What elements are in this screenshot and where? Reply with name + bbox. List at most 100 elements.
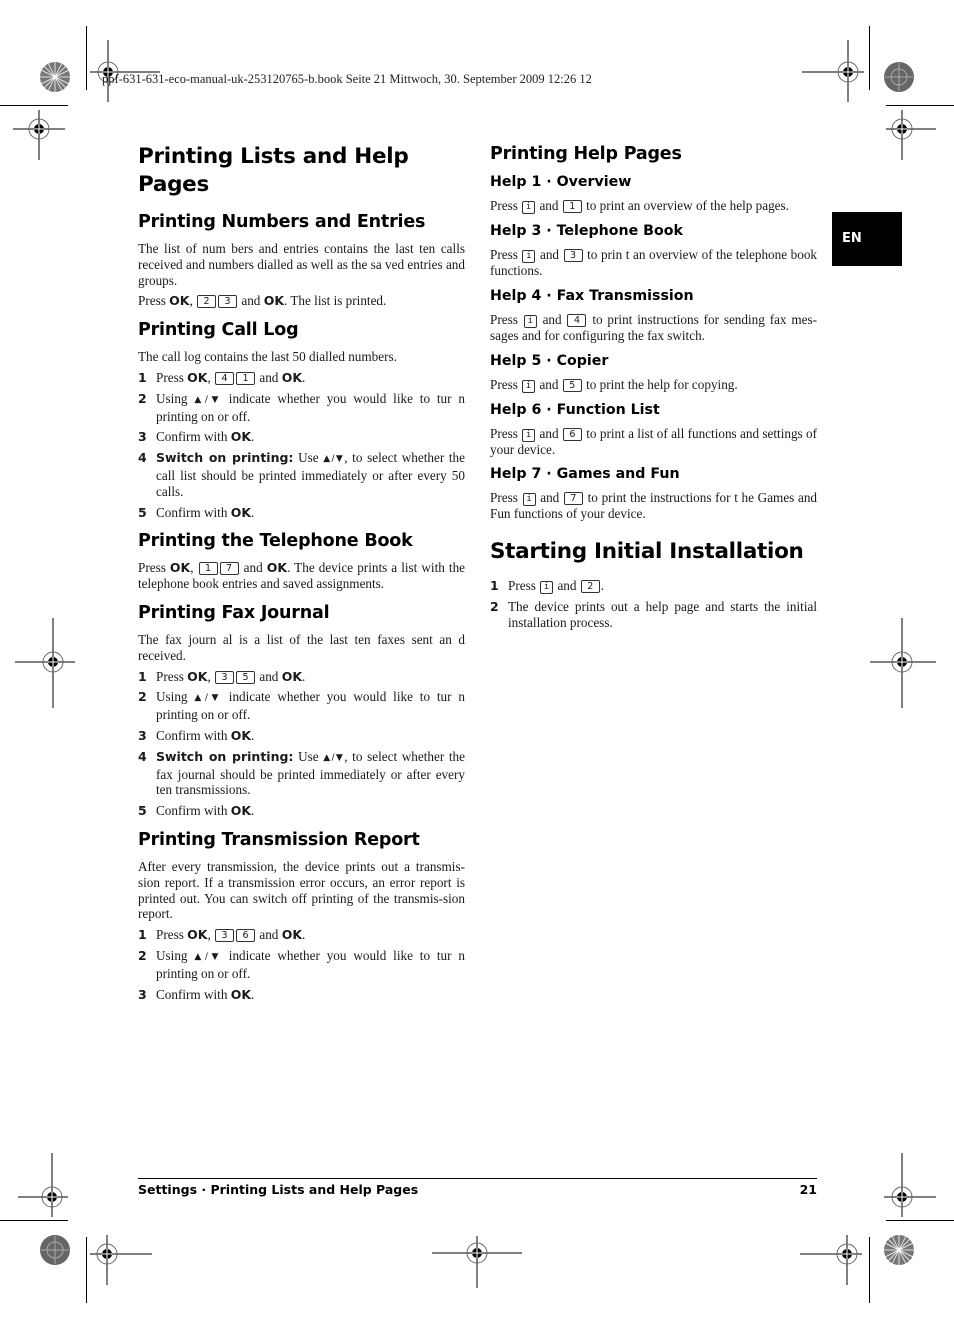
target-mark-bottom-center: [432, 1236, 524, 1288]
starburst-icon: [884, 1235, 914, 1265]
help-heading: Help 6 · Function List: [490, 401, 660, 418]
crop-line-right-top-horizontal: [886, 105, 954, 106]
key-7: 7: [563, 492, 583, 506]
step-list: 1 Press i and 2. 2 The device prints out a…: [490, 578, 817, 631]
target-mark-top-right: [802, 40, 872, 102]
crop-line-bottom-right-vertical: [869, 1237, 870, 1303]
target-mark-bottom-right: [884, 1153, 936, 1217]
key-4: 4: [215, 371, 235, 385]
target-mark-left-middle: [15, 618, 75, 708]
section-call-log: Printing Call Log The call log contains …: [138, 319, 465, 520]
key-3: 3: [563, 249, 583, 262]
step: 2 Using ▲/▼ indicate whether you would li…: [138, 390, 465, 424]
target-mark-top-left: [90, 40, 160, 102]
registration-mark-top-right: [882, 60, 916, 94]
section-fax-journal: Printing Fax Journal The fax journ al is…: [138, 602, 465, 819]
help-item: Help 6 · Function List Press i and 6 to …: [490, 401, 817, 458]
target-mark-left-top: [13, 110, 65, 160]
info-key-icon: i: [522, 201, 536, 214]
crosshair-icon: [90, 1235, 152, 1285]
target-mark-bottom-right-inner: [800, 1235, 864, 1285]
up-down-arrow-icon: ▲/▼: [194, 951, 222, 962]
info-key-icon: i: [540, 581, 554, 595]
help-heading: Help 7 · Games and Fun: [490, 466, 680, 483]
section-heading: Printing Help Pages: [490, 144, 682, 164]
help-text: Press i and 3 to prin t an overview of t…: [490, 247, 818, 278]
help-heading: Help 5 · Copier: [490, 352, 609, 369]
help-heading: Help 3 · Telephone Book: [490, 223, 683, 239]
step: 1 Press OK, 41 and OK.: [138, 369, 306, 385]
instruction: Press OK, 17 and OK. The device prints a…: [138, 560, 466, 592]
ok-key-label: OK: [169, 293, 190, 309]
step-list: 1 Press OK, 36 and OK. 2 Using ▲/▼ indicat…: [138, 927, 465, 1002]
key-6: 6: [562, 427, 582, 441]
help-heading: Help 4 · Fax Transmission: [490, 287, 694, 304]
help-text: Press i and 7 to print the instructions …: [490, 490, 818, 522]
key-1: 1: [236, 371, 256, 385]
info-key-icon: i: [523, 314, 537, 328]
key-5: 5: [562, 378, 582, 392]
crosshair-icon: [884, 1153, 936, 1217]
registration-mark-bottom-right: [882, 1233, 916, 1267]
key-3: 3: [215, 929, 235, 943]
key-5: 5: [236, 670, 256, 684]
key-1: 1: [198, 562, 218, 576]
registration-disc-icon: [40, 1235, 70, 1265]
section-telephone-book: Printing the Telephone Book Press OK, 17…: [138, 530, 465, 592]
step: 2 Using ▲/▼ indicate whether you would li…: [138, 689, 465, 723]
step: 1 Press i and 2.: [490, 578, 605, 595]
up-down-arrow-icon: ▲/▼: [323, 454, 345, 465]
help-item: Help 5 · Copier Press i and 5 to print t…: [490, 352, 817, 393]
crosshair-icon: [13, 110, 65, 160]
instruction: Press OK, 23 and OK. The list is printed…: [138, 293, 387, 309]
target-mark-right-top: [886, 110, 938, 160]
key-4: 4: [567, 313, 587, 327]
info-key-icon: i: [522, 493, 536, 507]
section-heading: Printing Numbers and Entries: [138, 212, 426, 232]
key-7: 7: [219, 562, 239, 576]
info-key-icon: i: [522, 250, 536, 263]
page-number: 21: [799, 1182, 817, 1197]
crosshair-icon: [870, 618, 936, 708]
step: 5 Confirm with OK.: [138, 803, 255, 819]
key-2: 2: [197, 295, 217, 309]
crosshair-icon: [886, 110, 936, 160]
print-header: ppf-631-631-eco-manual-uk-253120765-b.bo…: [102, 72, 592, 86]
section-body: The fax journ al is a list of the last t…: [138, 631, 465, 663]
ok-key-label: OK: [263, 293, 284, 309]
section-heading: Printing Call Log: [138, 320, 299, 341]
info-key-icon: i: [522, 379, 536, 393]
section-heading: Printing Fax Journal: [138, 602, 330, 623]
crosshair-icon: [800, 1235, 862, 1285]
crosshair-icon: [90, 40, 160, 102]
step: 3 Confirm with OK.: [138, 429, 255, 445]
help-text: Press i and 6 to print a list of all fun…: [490, 425, 818, 457]
step: 3 Confirm with OK.: [138, 727, 255, 743]
step: 4 Switch on printing: Use ▲/▼, to select …: [138, 748, 465, 798]
crop-line-right-bottom-horizontal: [886, 1220, 954, 1221]
section-body: The list of num bers and entries contain…: [138, 241, 465, 288]
footer-section-label: Settings · Printing Lists and Help Pages: [138, 1182, 419, 1197]
step: 3 Confirm with OK.: [138, 986, 255, 1002]
crosshair-icon: [432, 1236, 522, 1288]
target-mark-bottom-left-inner: [90, 1235, 154, 1285]
page-title: Printing Lists and Help Pages: [138, 144, 409, 197]
key-1: 1: [562, 200, 582, 213]
key-2: 2: [580, 580, 600, 594]
section-heading: Printing the Telephone Book: [138, 531, 413, 552]
step: 2 The device prints out a help page and s…: [490, 599, 817, 630]
registration-disc-icon: [884, 62, 914, 92]
help-item: Help 7 · Games and Fun Press i and 7 to …: [490, 465, 817, 522]
crop-line-bottom-left-vertical: [86, 1237, 87, 1303]
step-list: 1 Press OK, 35 and OK. 2 Using ▲/▼ indicat…: [138, 669, 465, 819]
language-tab: EN: [832, 212, 902, 266]
left-column: Printing Lists and Help Pages Printing N…: [138, 143, 465, 1007]
starburst-icon: [40, 62, 70, 92]
step: 1 Press OK, 36 and OK.: [138, 927, 306, 943]
crop-line-top-right-vertical: [869, 26, 870, 90]
target-mark-bottom-left: [18, 1153, 70, 1217]
crosshair-icon: [802, 40, 864, 102]
crosshair-icon: [15, 618, 75, 708]
help-text: Press i and 1 to print an overview of th…: [490, 198, 789, 214]
up-down-arrow-icon: ▲/▼: [194, 693, 222, 704]
